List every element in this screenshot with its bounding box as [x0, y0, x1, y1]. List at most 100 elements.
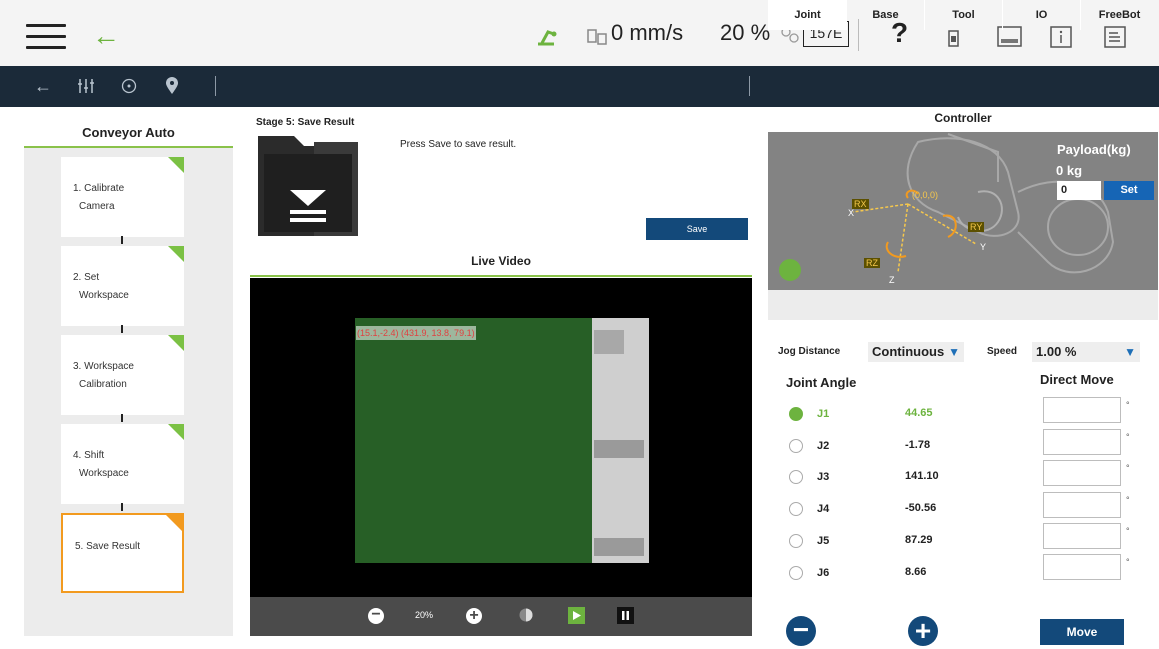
degree-unit: ° — [1126, 400, 1130, 410]
joint-radio-j5[interactable] — [789, 534, 803, 548]
tab-base[interactable]: Base — [846, 0, 924, 30]
direct-move-input-j6[interactable] — [1043, 554, 1121, 580]
controller-title: Controller — [934, 111, 992, 125]
payload-value: 0 kg — [1056, 163, 1083, 178]
axis-rx-label: RX — [852, 199, 869, 209]
exposure-icon[interactable] — [518, 607, 534, 623]
joint-radio-j3[interactable] — [789, 470, 803, 484]
step-label: Workspace — [79, 468, 129, 479]
joint-radio-j6[interactable] — [789, 566, 803, 580]
jog-minus-icon[interactable]: − — [786, 616, 816, 646]
sliders-icon[interactable] — [77, 78, 95, 94]
stage-title: Stage 5: Save Result — [256, 117, 355, 128]
rail-bracket — [594, 440, 644, 458]
video-controls — [250, 597, 752, 636]
jog-distance-value: Continuous — [872, 344, 945, 359]
axis-ry-label: RY — [968, 222, 985, 232]
joint-radio-j4[interactable] — [789, 502, 803, 516]
degree-unit: ° — [1126, 526, 1130, 536]
save-folder-icon — [258, 136, 358, 236]
joint-radio-j2[interactable] — [789, 439, 803, 453]
direct-move-heading: Direct Move — [1040, 372, 1114, 387]
live-video-title: Live Video — [250, 252, 752, 277]
origin-label: (0,0,0) — [912, 190, 939, 200]
axis-x-label: X — [848, 208, 855, 218]
nav-back-icon[interactable]: ← — [34, 76, 52, 96]
save-button[interactable]: Save — [646, 218, 748, 240]
joint-name: J6 — [817, 567, 830, 579]
step-done-marker — [168, 335, 184, 351]
payload-input[interactable]: 0 — [1057, 181, 1101, 200]
direct-move-input-j1[interactable] — [1043, 397, 1121, 423]
speed-percent: 20 % — [720, 20, 771, 45]
pause-button[interactable] — [617, 607, 634, 624]
joint-value: -1.78 — [905, 439, 931, 451]
joint-value: 44.65 — [905, 407, 933, 419]
step-done-marker — [168, 157, 184, 173]
step-done-marker — [168, 246, 184, 262]
step-label: 1. Calibrate — [73, 183, 125, 194]
play-button[interactable] — [568, 607, 585, 624]
speed-select[interactable]: 1.00 % ▼ — [1032, 342, 1140, 362]
step-calibrate-camera[interactable]: 1. Calibrate Camera — [61, 157, 184, 237]
step-label: Calibration — [79, 379, 127, 390]
joint-value: 141.10 — [905, 470, 939, 482]
coordinate-readout: (15.1,-2.4) (431.9, 13.8, 79.1) — [356, 326, 476, 340]
chevron-down-icon: ▼ — [1124, 345, 1136, 359]
nav-divider — [215, 76, 216, 96]
chevron-down-icon: ▼ — [948, 345, 960, 359]
direct-move-input-j2[interactable] — [1043, 429, 1121, 455]
location-pin-icon[interactable] — [165, 77, 179, 95]
degree-unit: ° — [1126, 432, 1130, 442]
move-button[interactable]: Move — [1040, 619, 1124, 645]
phone-icon[interactable] — [948, 30, 974, 54]
axis-y-label: Y — [980, 242, 987, 252]
joint-name: J3 — [817, 471, 830, 483]
payload-label: Payload(kg) — [1057, 142, 1131, 157]
speed-icon — [587, 29, 607, 45]
step-label: 5. Save Result — [75, 541, 141, 552]
step-workspace-calibration[interactable]: 3. Workspace Calibration — [61, 335, 184, 415]
joint-name: J2 — [817, 440, 830, 452]
nav-divider — [749, 76, 750, 96]
direct-move-input-j4[interactable] — [1043, 492, 1121, 518]
tab-joint[interactable]: Joint — [768, 0, 846, 30]
joint-name: J4 — [817, 503, 830, 515]
step-connector — [121, 503, 123, 511]
tab-freebot[interactable]: FreeBot — [1080, 0, 1158, 30]
step-set-workspace[interactable]: 2. Set Workspace — [61, 246, 184, 326]
rail-bracket — [594, 330, 624, 354]
step-done-marker — [168, 424, 184, 440]
degree-unit: ° — [1126, 495, 1130, 505]
tab-io[interactable]: IO — [1002, 0, 1080, 30]
step-save-result[interactable]: 5. Save Result — [61, 513, 184, 593]
record-icon[interactable] — [121, 78, 137, 94]
direct-move-input-j3[interactable] — [1043, 460, 1121, 486]
speed-readout: 0 mm/s — [611, 20, 684, 45]
jog-plus-icon[interactable]: + — [908, 616, 938, 646]
step-label: Camera — [79, 201, 115, 212]
robot-status-icon[interactable] — [534, 26, 558, 48]
joint-value: -50.56 — [905, 502, 937, 514]
jog-distance-label: Jog Distance — [778, 346, 841, 357]
axis-rz-label: RZ — [864, 258, 880, 268]
step-connector — [121, 414, 123, 422]
step-label: 3. Workspace — [73, 361, 134, 372]
zoom-out-icon[interactable]: − — [368, 607, 384, 624]
zoom-in-icon[interactable]: + — [466, 608, 482, 624]
jog-distance-select[interactable]: Continuous ▼ — [868, 342, 964, 362]
joint-name: J5 — [817, 535, 830, 547]
step-shift-workspace[interactable]: 4. Shift Workspace — [61, 424, 184, 504]
speed-label: Speed — [987, 346, 1018, 357]
payload-set-button[interactable]: Set — [1104, 181, 1154, 200]
direct-move-input-j5[interactable] — [1043, 523, 1121, 549]
menu-icon[interactable] — [26, 24, 66, 50]
degree-unit: ° — [1126, 463, 1130, 473]
axis-z-label: Z — [889, 275, 895, 285]
tab-tool[interactable]: Tool — [924, 0, 1002, 30]
degree-unit: ° — [1126, 557, 1130, 567]
joint-value: 8.66 — [905, 566, 927, 578]
back-arrow-icon[interactable]: ← — [92, 22, 120, 50]
step-connector — [121, 236, 123, 244]
joint-radio-j1[interactable] — [789, 407, 803, 421]
